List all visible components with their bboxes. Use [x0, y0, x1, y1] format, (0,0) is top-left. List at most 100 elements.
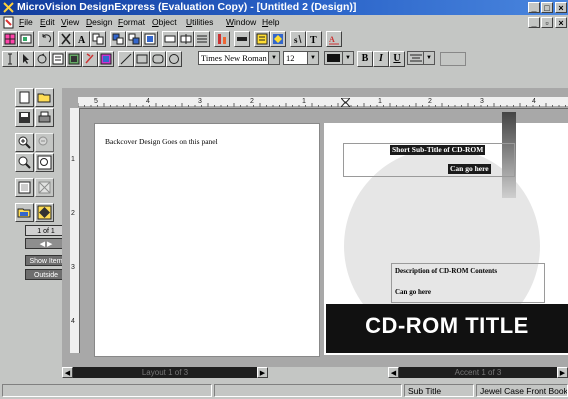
rotate-icon — [37, 53, 47, 64]
cd-rom-title[interactable]: CD-ROM TITLE — [326, 313, 568, 339]
menu-view[interactable]: View — [61, 17, 79, 27]
text-effects-icon: A — [329, 35, 339, 45]
page-indicator: 1 of 1 — [25, 225, 67, 236]
font-size-select[interactable]: 12 ▼ — [283, 51, 319, 65]
arrange-button[interactable] — [110, 31, 126, 47]
rectangle-tool[interactable] — [134, 51, 150, 67]
cut-button[interactable] — [58, 31, 74, 47]
print-button[interactable] — [35, 108, 54, 127]
send-back-button[interactable] — [126, 31, 142, 47]
bold-button[interactable]: B — [357, 51, 373, 67]
back-cover-panel[interactable] — [94, 123, 320, 357]
lines-button[interactable] — [194, 31, 210, 47]
chevron-down-icon[interactable]: ▼ — [423, 52, 434, 64]
scroll-right-arrow[interactable]: ▶ — [557, 367, 568, 378]
align-center-button[interactable] — [178, 31, 194, 47]
back-cover-text[interactable]: Backcover Design Goes on this panel — [105, 137, 218, 146]
save-button[interactable] — [15, 108, 34, 127]
folder-icon — [37, 93, 51, 103]
italic-button[interactable]: I — [373, 51, 389, 67]
doc-close-button[interactable]: × — [555, 17, 567, 28]
properties-button[interactable] — [254, 31, 270, 47]
font-family-select[interactable]: Times New Roman ▼ — [198, 51, 280, 65]
align-left-button[interactable] — [162, 31, 178, 47]
menu-bar: File Edit View Design Format Object Util… — [0, 15, 568, 30]
chevron-down-icon[interactable]: ▼ — [342, 52, 353, 64]
status-cell-selection: Sub Title — [404, 384, 474, 397]
undo-button[interactable] — [38, 31, 54, 47]
description-text[interactable]: Description of CD-ROM Contents — [395, 267, 497, 275]
frame-icon — [52, 53, 64, 65]
ruler-label: 1 — [71, 156, 75, 163]
layout-button[interactable] — [18, 31, 34, 47]
ruler-indent-marker-icon[interactable] — [341, 98, 350, 107]
doc-restore-button[interactable]: ▫ — [541, 17, 553, 28]
copy-button[interactable] — [90, 31, 106, 47]
fill-icon — [237, 37, 247, 41]
zoom-fit-button[interactable] — [35, 153, 54, 172]
view-front-button[interactable] — [15, 178, 34, 197]
undo-icon — [42, 34, 52, 43]
ellipse-tool[interactable] — [166, 51, 182, 67]
text-style-button[interactable]: T — [306, 31, 322, 47]
image-tool[interactable] — [66, 51, 82, 67]
rotate-tool[interactable] — [34, 51, 50, 67]
accent-scroll-label: Accent 1 of 3 — [454, 368, 502, 377]
fill-button[interactable] — [234, 31, 250, 47]
text-cursor-tool[interactable] — [2, 51, 18, 67]
accent-scrollbar[interactable]: ◀ Accent 1 of 3 ▶ — [388, 367, 568, 378]
open-button[interactable] — [35, 88, 54, 107]
zoom-page-button[interactable] — [15, 153, 34, 172]
app-logo-icon — [3, 2, 14, 13]
magnifier-icon — [18, 156, 31, 169]
view-back-button[interactable] — [35, 178, 54, 197]
zoom-in-button[interactable] — [15, 133, 34, 152]
text-tool-button[interactable]: A — [74, 31, 90, 47]
new-layout-button[interactable] — [2, 31, 18, 47]
menu-utilities[interactable]: Utilities — [186, 17, 213, 27]
pen-tool[interactable] — [82, 51, 98, 67]
accent-view-button[interactable] — [35, 203, 54, 222]
doc-minimize-button[interactable]: _ — [528, 17, 540, 28]
menu-design[interactable]: Design — [86, 17, 112, 27]
spell-button[interactable]: s — [290, 31, 306, 47]
frame-tool[interactable] — [50, 51, 66, 67]
underline-button[interactable]: U — [389, 51, 405, 67]
subtitle-goes-here-text[interactable]: Can go here — [448, 164, 491, 174]
group-button[interactable] — [142, 31, 158, 47]
picture-button[interactable] — [214, 31, 230, 47]
menu-file[interactable]: File — [19, 17, 33, 27]
zoom-out-button[interactable] — [35, 133, 54, 152]
maximize-button[interactable]: □ — [541, 2, 553, 13]
outside-button[interactable]: Outside — [25, 269, 67, 280]
color-tool[interactable] — [98, 51, 114, 67]
alignment-select[interactable]: ▼ — [407, 51, 435, 65]
text-color-select[interactable]: ▼ — [324, 51, 354, 65]
menu-object[interactable]: Object — [152, 17, 177, 27]
spacing-box[interactable] — [440, 52, 466, 66]
pointer-tool[interactable] — [18, 51, 34, 67]
chevron-down-icon[interactable]: ▼ — [268, 52, 279, 64]
menu-help[interactable]: Help — [262, 17, 279, 27]
ellipse-icon — [169, 54, 179, 64]
rounded-rect-tool[interactable] — [150, 51, 166, 67]
description-goes-here-text[interactable]: Can go here — [395, 288, 431, 296]
line-tool[interactable] — [118, 51, 134, 67]
new-button[interactable] — [15, 88, 34, 107]
menu-edit[interactable]: Edit — [40, 17, 55, 27]
short-subtitle-text[interactable]: Short Sub-Title of CD-ROM — [390, 145, 486, 155]
document-icon[interactable] — [3, 16, 15, 29]
page-nav-arrows[interactable]: ◀ ▶ — [25, 238, 67, 249]
layout-scrollbar[interactable]: ◀ Layout 1 of 3 ▶ — [62, 367, 268, 378]
accent-button[interactable] — [270, 31, 286, 47]
scroll-right-arrow[interactable]: ▶ — [257, 367, 268, 378]
show-item-button[interactable]: Show Item — [25, 255, 67, 266]
close-button[interactable]: × — [555, 2, 567, 13]
minimize-button[interactable]: _ — [528, 2, 540, 13]
menu-window[interactable]: Window — [226, 17, 256, 27]
chevron-down-icon[interactable]: ▼ — [307, 52, 318, 64]
folder-view-button[interactable] — [15, 203, 34, 222]
menu-format[interactable]: Format — [118, 17, 145, 27]
text-effects-button[interactable]: A — [326, 31, 342, 47]
standard-toolbar: A s T A — [0, 30, 568, 49]
